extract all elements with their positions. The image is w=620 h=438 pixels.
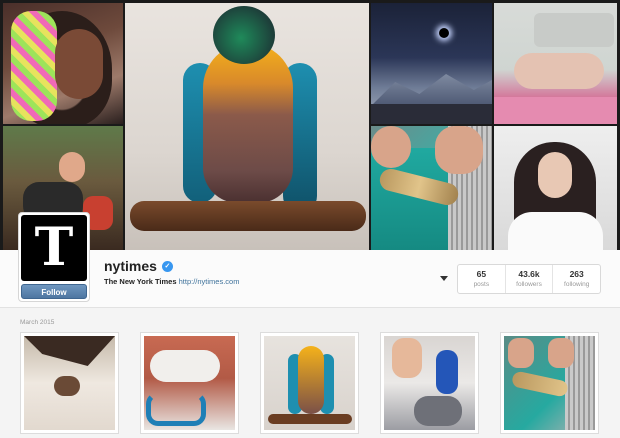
- parrot-body-shape: [298, 346, 324, 414]
- collage-photo-parrot[interactable]: [125, 3, 369, 250]
- wing-shape: [24, 336, 115, 366]
- stat-following[interactable]: 263 following: [553, 265, 600, 293]
- eclipse-icon: [439, 28, 449, 38]
- photo-thumbnail[interactable]: [140, 332, 239, 434]
- collage-photo-lizard-vet[interactable]: [371, 126, 492, 250]
- photo-thumbnail[interactable]: [500, 332, 599, 434]
- lizard-shape: [510, 370, 570, 398]
- kitten-shape: [414, 396, 462, 426]
- hand-shape: [548, 338, 574, 368]
- woman-face-shape: [538, 152, 572, 198]
- stat-value: 65: [476, 269, 487, 279]
- blue-glove-shape: [436, 350, 458, 394]
- hand-shape: [435, 126, 483, 174]
- stat-posts[interactable]: 65 posts: [458, 265, 506, 293]
- collage-photo-portrait-woman[interactable]: [494, 126, 617, 250]
- photo-thumbnail[interactable]: [380, 332, 479, 434]
- avatar[interactable]: T: [21, 215, 87, 281]
- hand-shape: [508, 338, 534, 368]
- photo-image: [264, 336, 355, 430]
- parrot-head: [213, 6, 275, 64]
- profile-full-name: The New York Times: [104, 277, 177, 286]
- woman-shirt-shape: [508, 212, 603, 250]
- feed-month-label: March 2015: [20, 319, 55, 326]
- pink-blanket-shape: [494, 97, 617, 124]
- parrot-body: [203, 43, 293, 203]
- ferret-shape: [150, 350, 220, 382]
- stat-value: 43.6k: [518, 269, 540, 279]
- profile-stats: 65 posts 43.6k followers 263 following: [457, 264, 601, 294]
- profile-bio: The New York Times http://nytimes.com: [104, 277, 239, 286]
- stat-value: 263: [569, 269, 584, 279]
- profile-website-link[interactable]: http://nytimes.com: [179, 277, 240, 286]
- stat-followers[interactable]: 43.6k followers: [506, 265, 554, 293]
- hand-shape: [392, 338, 422, 378]
- photo-image: [144, 336, 235, 430]
- stat-label: following: [564, 281, 590, 288]
- bat-shape: [54, 376, 80, 396]
- stat-label: followers: [516, 281, 542, 288]
- town-shape: [371, 104, 492, 124]
- stat-label: posts: [473, 281, 490, 288]
- branch-shape: [268, 414, 352, 424]
- header-photo-collage: [0, 0, 620, 250]
- collage-photo-eclipse[interactable]: [371, 3, 492, 124]
- photo-image: [384, 336, 475, 430]
- photo-grid: [20, 332, 600, 438]
- face-shape: [55, 29, 103, 99]
- photo-thumbnail[interactable]: [20, 332, 119, 434]
- hand-shape: [371, 126, 411, 168]
- man-face-shape: [59, 152, 85, 182]
- options-dropdown-icon[interactable]: [440, 276, 448, 281]
- collage-photo-hospital-bed[interactable]: [494, 3, 617, 124]
- photo-image: [24, 336, 115, 430]
- oxygen-tube-shape: [146, 392, 206, 426]
- profile-username-row: nytimes ✓: [104, 258, 173, 274]
- branch-perch: [130, 201, 366, 231]
- verified-badge-icon: ✓: [161, 260, 173, 272]
- collage-photo-girl-braids[interactable]: [3, 3, 123, 124]
- nyt-logo-glyph: T: [34, 217, 74, 278]
- avatar-card: T Follow: [18, 212, 90, 302]
- photo-image: [504, 336, 595, 430]
- photo-thumbnail[interactable]: [260, 332, 359, 434]
- follow-button[interactable]: Follow: [21, 284, 87, 299]
- braids-shape: [11, 11, 57, 121]
- mountains-shape: [371, 74, 492, 106]
- profile-page: T Follow nytimes ✓ The New York Times ht…: [0, 0, 620, 438]
- medical-equipment-shape: [534, 13, 614, 47]
- profile-username: nytimes: [104, 258, 157, 274]
- patient-shape: [514, 53, 604, 89]
